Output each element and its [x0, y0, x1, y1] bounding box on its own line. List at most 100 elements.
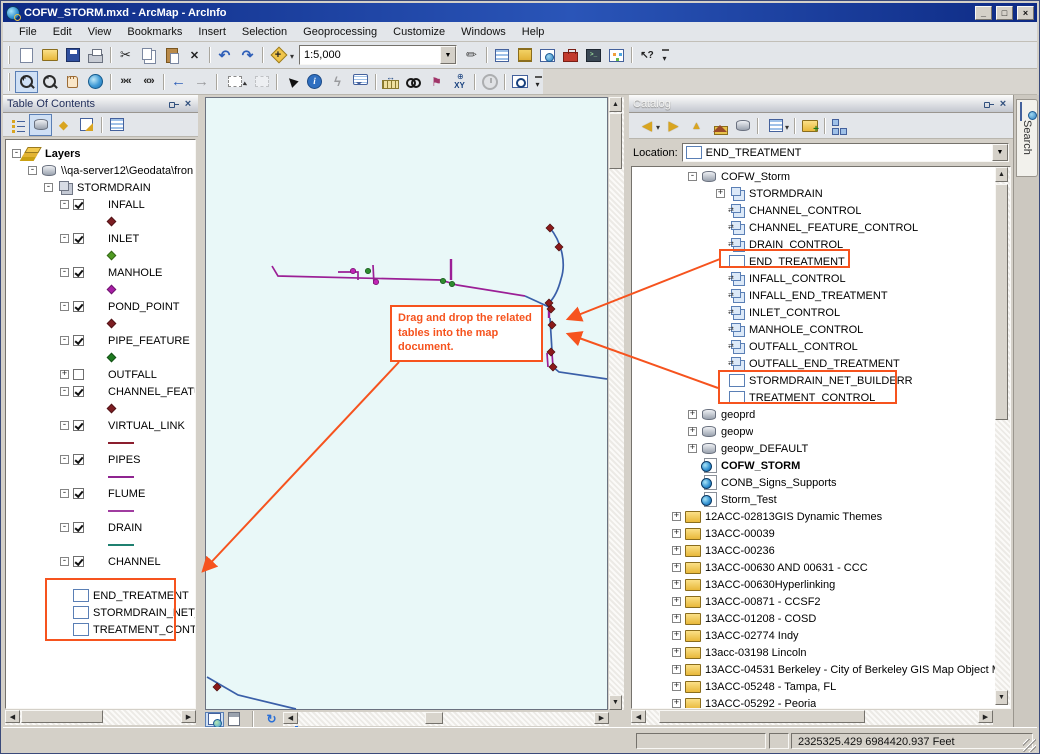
layer-label[interactable]: CHANNEL_FEATURE — [108, 386, 195, 398]
tree-expander[interactable]: + — [688, 410, 697, 419]
default-geodatabase[interactable] — [731, 115, 754, 137]
catalog-item-label[interactable]: CHANNEL_FEATURE_CONTROL — [749, 222, 918, 234]
zoom-out[interactable]: − — [38, 71, 61, 93]
resize-grip[interactable] — [1023, 739, 1036, 752]
location-value[interactable]: END_TREATMENT — [702, 147, 992, 159]
catalog-item-row[interactable]: INLET_CONTROL — [632, 304, 1010, 321]
catalog-item-label[interactable]: 13ACC-02774 Indy — [705, 630, 799, 642]
catalog-item-row[interactable]: + 13ACC-01208 - COSD — [632, 610, 1010, 627]
layer-label[interactable]: CHANNEL — [108, 556, 161, 568]
close-icon[interactable]: × — [182, 98, 194, 110]
tree-expander[interactable]: - — [60, 523, 69, 532]
tree-expander[interactable]: + — [672, 512, 681, 521]
scroll-right-icon[interactable]: ▶ — [181, 710, 196, 723]
scroll-up-icon[interactable]: ▲ — [995, 167, 1008, 182]
catalog-item-row[interactable]: MANHOLE_CONTROL — [632, 321, 1010, 338]
data-view[interactable] — [205, 712, 224, 727]
fixed-zoom-in[interactable]: »« — [114, 71, 137, 93]
catalog-item-label[interactable]: INFALL_CONTROL — [749, 273, 846, 285]
back-extent[interactable]: ← — [167, 71, 190, 93]
catalog-item-row[interactable]: + geoprd — [632, 406, 1010, 423]
scrollbar-thumb[interactable] — [609, 113, 622, 169]
layer-checkbox[interactable] — [73, 199, 84, 210]
catalog-item-row[interactable]: - COFW_Storm — [632, 168, 1010, 185]
python-window[interactable] — [582, 44, 605, 66]
catalog-item-row[interactable]: + geopw — [632, 423, 1010, 440]
maximize-button[interactable]: □ — [996, 6, 1013, 20]
toc-layer-row[interactable]: END_TREATMENT — [6, 587, 195, 604]
catalog-item-label[interactable]: geoprd — [721, 409, 755, 421]
toolbar-grip[interactable] — [8, 46, 13, 64]
catalog-item-row[interactable]: + 13ACC-04531 Berkeley - City of Berkele… — [632, 661, 1010, 678]
scrollbar-thumb[interactable] — [21, 710, 103, 723]
catalog-item-row[interactable]: INFALL_END_TREATMENT — [632, 287, 1010, 304]
tree-expander[interactable]: + — [688, 427, 697, 436]
time-slider[interactable] — [478, 71, 501, 93]
map-scale-value[interactable]: 1:5,000 — [300, 49, 440, 61]
menu-item[interactable]: Insert — [190, 24, 234, 40]
catalog-item-row[interactable]: + 13ACC-00039 — [632, 525, 1010, 542]
catalog-item-row[interactable]: CONB_Signs_Supports — [632, 474, 1010, 491]
home[interactable] — [708, 115, 731, 137]
catalog-item-label[interactable]: DRAIN_CONTROL — [749, 239, 843, 251]
catalog-item-row[interactable]: + 13acc-03198 Lincoln — [632, 644, 1010, 661]
catalog-item-label[interactable]: INLET_CONTROL — [749, 307, 840, 319]
cat-forward[interactable]: ▶ — [662, 115, 685, 137]
toc-layer-row[interactable]: - STORMDRAIN — [6, 179, 195, 196]
catalog-item-label[interactable]: TREATMENT_CONTROL — [749, 392, 875, 404]
catalog-item-label[interactable]: CHANNEL_CONTROL — [749, 205, 861, 217]
scroll-right-icon[interactable]: ▶ — [594, 712, 609, 724]
menu-item[interactable]: Edit — [45, 24, 80, 40]
layer-label[interactable]: PIPE_FEATURE — [108, 335, 190, 347]
menu-item[interactable]: Customize — [385, 24, 453, 40]
undo[interactable]: ↶ — [213, 44, 236, 66]
layer-symbol[interactable] — [107, 404, 117, 414]
scroll-down-icon[interactable]: ▼ — [609, 695, 622, 710]
toc-layer-row[interactable]: - PIPE_FEATURE — [6, 332, 195, 349]
go-to-xy[interactable]: XY — [448, 71, 471, 93]
catalog-item-row[interactable]: + 13ACC-05292 - Peoria — [632, 695, 1010, 709]
redo[interactable]: ↷ — [236, 44, 259, 66]
tree-expander[interactable]: - — [12, 149, 21, 158]
pin-icon[interactable] — [982, 98, 994, 110]
catalog-item-label[interactable]: MANHOLE_CONTROL — [749, 324, 863, 336]
toc-layer-row[interactable]: - INFALL — [6, 196, 195, 213]
contents-view[interactable] — [761, 115, 791, 137]
new-document[interactable] — [15, 44, 38, 66]
fixed-zoom-out[interactable]: «» — [137, 71, 160, 93]
layer-symbol[interactable] — [107, 217, 117, 227]
catalog-item-row[interactable]: + 12ACC-02813GIS Dynamic Themes — [632, 508, 1010, 525]
catalog-item-label[interactable]: 13ACC-00039 — [705, 528, 775, 540]
tree-expander[interactable]: - — [688, 172, 697, 181]
layer-symbol[interactable] — [107, 319, 117, 329]
layer-label[interactable]: FLUME — [108, 488, 145, 500]
scale-dropdown-icon[interactable]: ▼ — [440, 46, 456, 64]
layer-label[interactable]: END_TREATMENT — [93, 590, 189, 602]
layer-label[interactable]: PIPES — [108, 454, 140, 466]
editor-pencil[interactable]: ✏ — [460, 44, 483, 66]
layer-label[interactable]: OUTFALL — [108, 369, 157, 381]
connect-folder[interactable] — [798, 115, 821, 137]
catalog-item-label[interactable]: 13ACC-00630 AND 00631 - CCC — [705, 562, 868, 574]
tree-expander[interactable]: + — [672, 597, 681, 606]
catalog-item-row[interactable]: + geopw_DEFAULT — [632, 440, 1010, 457]
menu-item[interactable]: Geoprocessing — [295, 24, 385, 40]
menu-item[interactable]: Selection — [234, 24, 295, 40]
tree-expander[interactable]: - — [60, 455, 69, 464]
tree-expander[interactable]: + — [672, 614, 681, 623]
tree-expander[interactable]: - — [60, 336, 69, 345]
catalog-item-row[interactable]: DRAIN_CONTROL — [632, 236, 1010, 253]
catalog-item-row[interactable]: Storm_Test — [632, 491, 1010, 508]
catalog-item-label[interactable]: 13ACC-04531 Berkeley - City of Berkeley … — [705, 664, 1001, 676]
catalog-item-row[interactable]: TREATMENT_CONTROL — [632, 389, 1010, 406]
layer-label[interactable]: INFALL — [108, 199, 145, 211]
layer-label[interactable]: DRAIN — [108, 522, 142, 534]
scrollbar-thumb[interactable] — [659, 710, 865, 723]
tree-expander[interactable]: - — [60, 387, 69, 396]
layer-label[interactable]: MANHOLE — [108, 267, 162, 279]
list-by-drawing-order[interactable] — [6, 114, 29, 136]
layer-label[interactable]: INLET — [108, 233, 139, 245]
catalog-item-row[interactable]: END_TREATMENT — [632, 253, 1010, 270]
toc-layer-row[interactable]: - FLUME — [6, 485, 195, 502]
layout-view[interactable] — [224, 712, 243, 727]
